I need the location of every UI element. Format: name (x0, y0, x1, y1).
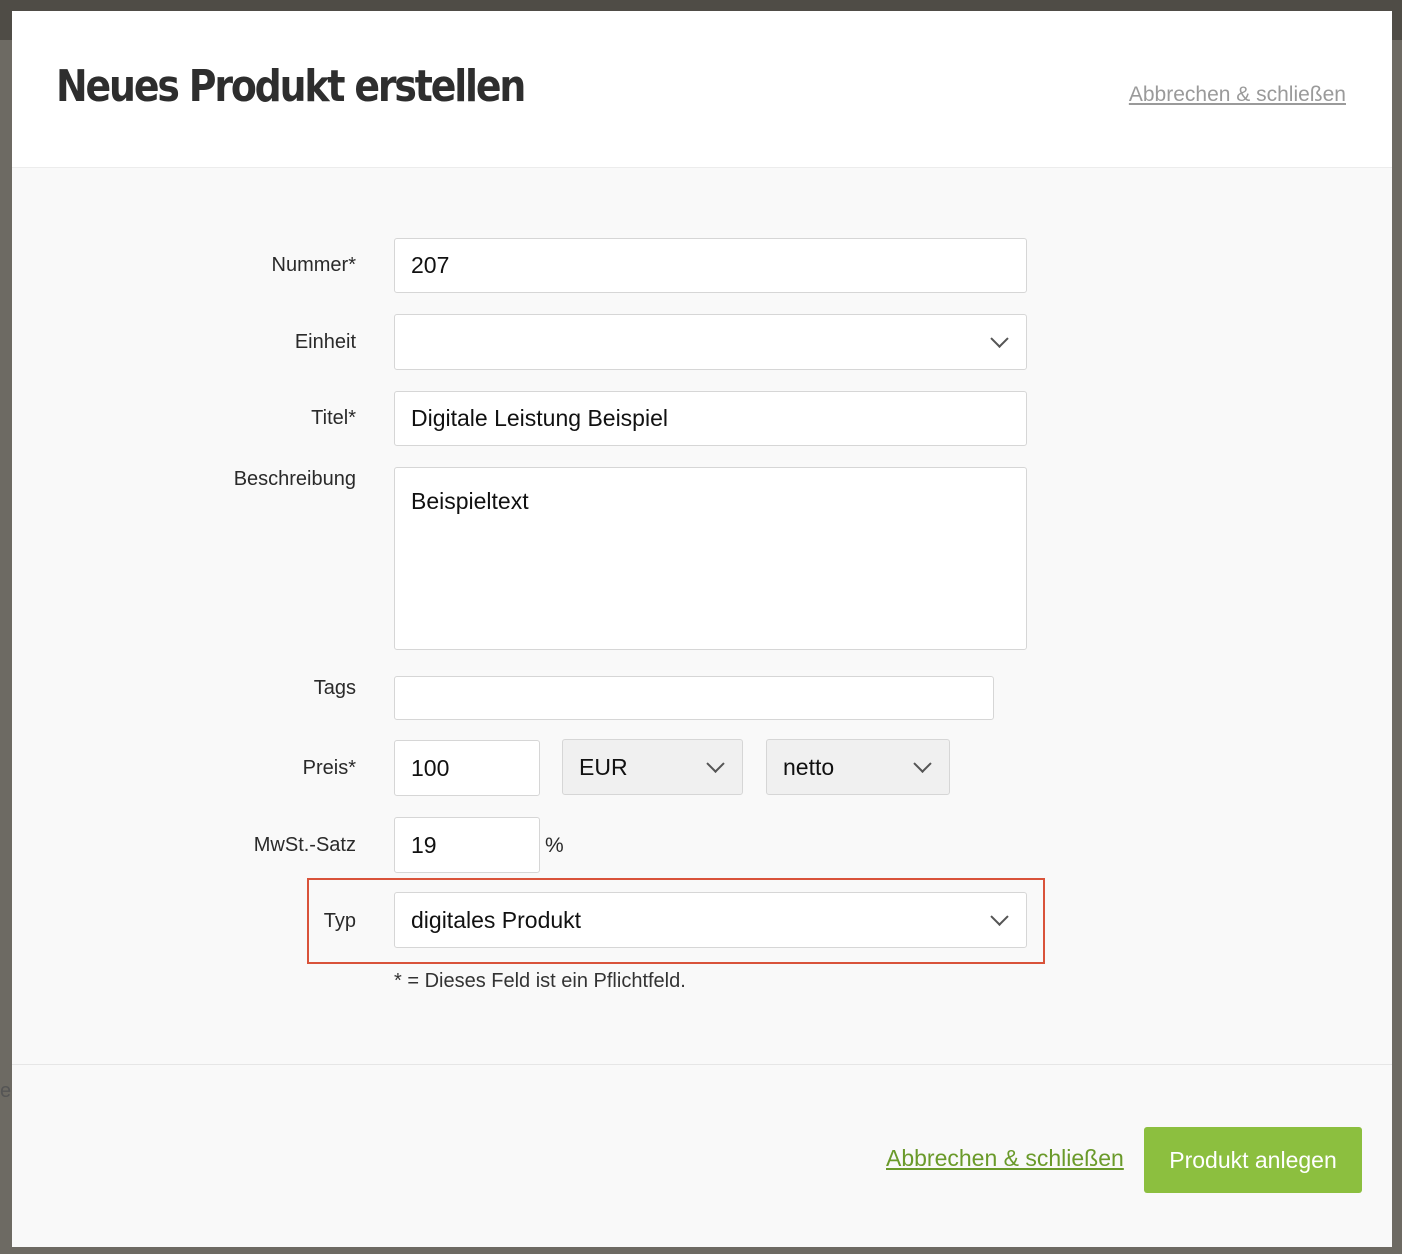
beschreibung-label: Beschreibung (233, 468, 356, 490)
chevron-down-icon (913, 754, 932, 773)
mwst-label: MwSt.-Satz (253, 834, 356, 856)
nummer-value: 207 (411, 252, 450, 278)
modal-header: Neues Produkt erstellen Abbrechen & schl… (12, 11, 1392, 168)
einheit-select[interactable] (394, 314, 1027, 370)
background-text-fragment: e (0, 1080, 12, 1102)
typ-select[interactable]: digitales Produkt (394, 892, 1027, 948)
create-product-button[interactable]: Produkt anlegen (1144, 1127, 1362, 1193)
header-cancel-link[interactable]: Abbrechen & schließen (1129, 83, 1346, 107)
titel-input[interactable]: Digitale Leistung Beispiel (394, 391, 1027, 446)
price-mode-value: netto (783, 753, 835, 780)
currency-value: EUR (579, 753, 628, 780)
titel-label: Titel* (311, 407, 356, 429)
tags-label: Tags (313, 677, 356, 699)
mwst-value: 19 (411, 831, 437, 858)
nummer-input[interactable]: 207 (394, 238, 1027, 293)
chevron-down-icon (990, 329, 1009, 348)
preis-label: Preis* (302, 757, 356, 779)
titel-value: Digitale Leistung Beispiel (411, 405, 668, 431)
einheit-label: Einheit (294, 331, 356, 353)
create-product-modal: Neues Produkt erstellen Abbrechen & schl… (12, 11, 1392, 1247)
preis-input[interactable]: 100 (394, 740, 540, 796)
modal-footer: Abbrechen & schließen Produkt anlegen (12, 1064, 1392, 1247)
footer-cancel-link[interactable]: Abbrechen & schließen (886, 1145, 1124, 1172)
chevron-down-icon (706, 754, 725, 773)
mwst-input[interactable]: 19 (394, 817, 540, 873)
chevron-down-icon (990, 907, 1009, 926)
mwst-unit: % (545, 834, 564, 857)
preis-value: 100 (411, 754, 450, 781)
typ-label: Typ (323, 910, 356, 932)
required-note: * = Dieses Feld ist ein Pflichtfeld. (394, 970, 686, 992)
tags-input[interactable] (394, 676, 994, 720)
currency-select[interactable]: EUR (562, 739, 743, 795)
price-mode-select[interactable]: netto (766, 739, 950, 795)
modal-title: Neues Produkt erstellen (56, 61, 526, 112)
typ-value: digitales Produkt (411, 906, 582, 933)
beschreibung-textarea[interactable]: Beispieltext (394, 467, 1027, 650)
nummer-label: Nummer* (271, 254, 356, 276)
beschreibung-value: Beispieltext (411, 488, 529, 514)
